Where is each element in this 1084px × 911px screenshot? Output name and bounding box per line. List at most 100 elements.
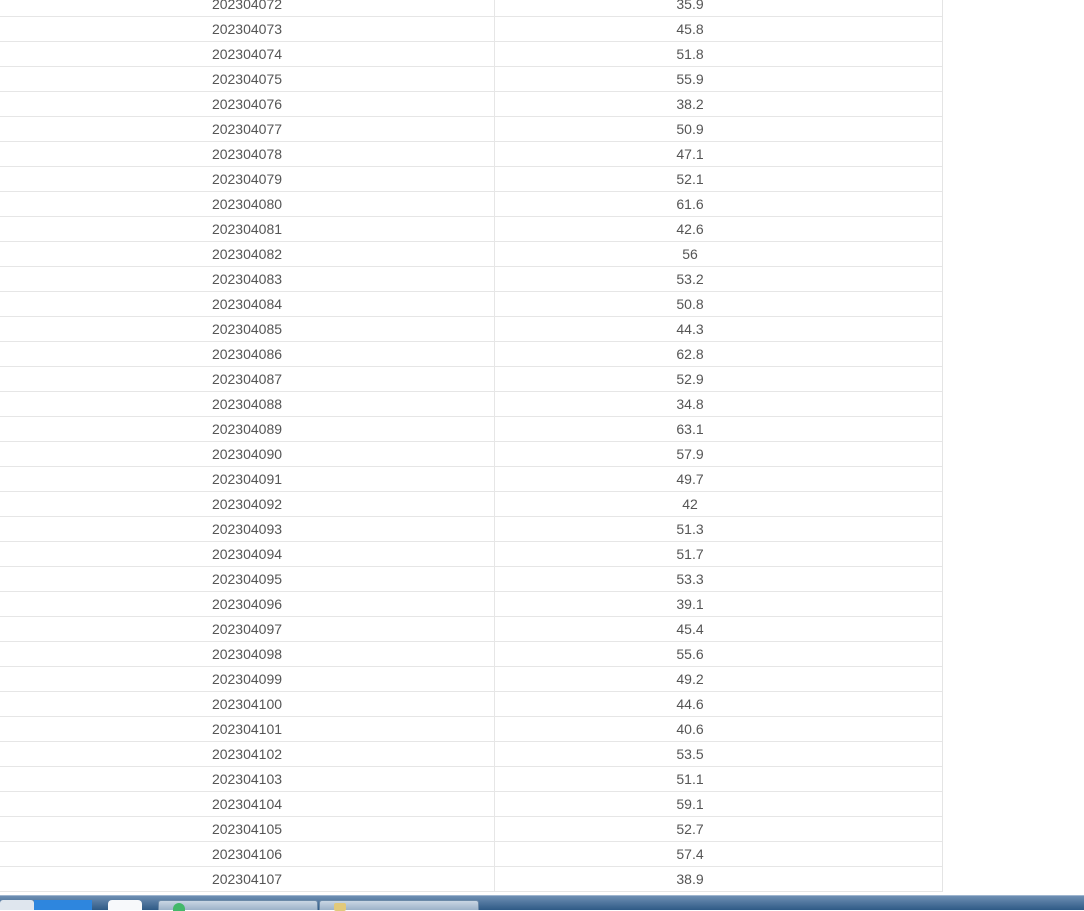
value-cell: 62.8: [676, 346, 704, 362]
id-cell: 202304073: [0, 17, 495, 41]
value-cell: 59.1: [676, 796, 704, 812]
value-cell: 57.9: [676, 446, 704, 462]
table-row: 202304083 53.2: [0, 267, 942, 292]
table-row: 202304077 50.9: [0, 117, 942, 142]
table-row: 202304097 45.4: [0, 617, 942, 642]
table-row: 202304102 53.5: [0, 742, 942, 767]
value-cell: 51.3: [676, 521, 704, 537]
id-cell: 202304085: [0, 317, 495, 341]
id-cell: 202304078: [0, 142, 495, 166]
table-row: 202304084 50.8: [0, 292, 942, 317]
id-cell: 202304104: [0, 792, 495, 816]
id-cell: 202304087: [0, 367, 495, 391]
table-row: 202304089 63.1: [0, 417, 942, 442]
value-cell: 49.2: [676, 671, 704, 687]
value-cell: 61.6: [676, 196, 704, 212]
id-cell: 202304093: [0, 517, 495, 541]
table-row: 202304074 51.8: [0, 42, 942, 67]
table-row: 202304093 51.3: [0, 517, 942, 542]
value-cell: 47.1: [676, 146, 704, 162]
id-cell: 202304084: [0, 292, 495, 316]
id-cell: 202304106: [0, 842, 495, 866]
id-cell: 202304095: [0, 567, 495, 591]
id-cell: 202304081: [0, 217, 495, 241]
id-cell: 202304091: [0, 467, 495, 491]
value-cell: 51.7: [676, 546, 704, 562]
value-cell: 55.6: [676, 646, 704, 662]
value-cell: 57.4: [676, 846, 704, 862]
id-cell: 202304092: [0, 492, 495, 516]
table-row: 202304099 49.2: [0, 667, 942, 692]
table-row: 202304088 34.8: [0, 392, 942, 417]
id-cell: 202304082: [0, 242, 495, 266]
value-cell: 44.6: [676, 696, 704, 712]
id-cell: 202304094: [0, 542, 495, 566]
table-row: 202304096 39.1: [0, 592, 942, 617]
value-cell: 40.6: [676, 721, 704, 737]
table-row: 202304107 38.9: [0, 867, 942, 892]
table-row: 202304094 51.7: [0, 542, 942, 567]
value-cell: 52.7: [676, 821, 704, 837]
value-cell: 39.1: [676, 596, 704, 612]
id-cell: 202304080: [0, 192, 495, 216]
table-row: 202304076 38.2: [0, 92, 942, 117]
table-row: 202304072 35.9: [0, 0, 942, 17]
value-cell: 53.3: [676, 571, 704, 587]
value-cell: 51.8: [676, 46, 704, 62]
table-row: 202304106 57.4: [0, 842, 942, 867]
value-cell: 53.2: [676, 271, 704, 287]
id-cell: 202304076: [0, 92, 495, 116]
value-cell: 49.7: [676, 471, 704, 487]
value-cell: 50.8: [676, 296, 704, 312]
id-cell: 202304096: [0, 592, 495, 616]
id-cell: 202304086: [0, 342, 495, 366]
id-cell: 202304083: [0, 267, 495, 291]
table-row: 202304082 56: [0, 242, 942, 267]
value-cell: 38.9: [676, 871, 704, 887]
value-cell: 63.1: [676, 421, 704, 437]
id-cell: 202304075: [0, 67, 495, 91]
id-cell: 202304105: [0, 817, 495, 841]
value-cell: 45.4: [676, 621, 704, 637]
value-cell: 52.1: [676, 171, 704, 187]
value-cell: 38.2: [676, 96, 704, 112]
table-row: 202304078 47.1: [0, 142, 942, 167]
id-cell: 202304077: [0, 117, 495, 141]
table-row: 202304104 59.1: [0, 792, 942, 817]
id-cell: 202304088: [0, 392, 495, 416]
browser-icon: [173, 903, 185, 911]
value-cell: 44.3: [676, 321, 704, 337]
browser-viewport: 202304072 35.9 202304073 45.8 202304074 51.8 2…: [0, 0, 1084, 895]
table-row: 202304090 57.9: [0, 442, 942, 467]
value-cell: 50.9: [676, 121, 704, 137]
table-row: 202304073 45.8: [0, 17, 942, 42]
value-cell: 52.9: [676, 371, 704, 387]
id-cell: 202304079: [0, 167, 495, 191]
value-cell: 42.6: [676, 221, 704, 237]
table-row: 202304101 40.6: [0, 717, 942, 742]
value-cell: 42: [682, 496, 698, 512]
table-row: 202304079 52.1: [0, 167, 942, 192]
id-cell: 202304090: [0, 442, 495, 466]
value-cell: 56: [682, 246, 698, 262]
table-row: 202304086 62.8: [0, 342, 942, 367]
id-cell: 202304107: [0, 867, 495, 891]
id-cell: 202304089: [0, 417, 495, 441]
id-cell: 202304099: [0, 667, 495, 691]
id-cell: 202304102: [0, 742, 495, 766]
table-row: 202304075 55.9: [0, 67, 942, 92]
value-cell: 45.8: [676, 21, 704, 37]
table-row: 202304103 51.1: [0, 767, 942, 792]
id-cell: 202304072: [0, 0, 495, 16]
table-row: 202304100 44.6: [0, 692, 942, 717]
table-row: 202304105 52.7: [0, 817, 942, 842]
table-row: 202304081 42.6: [0, 217, 942, 242]
value-cell: 51.1: [676, 771, 704, 787]
table-row: 202304098 55.6: [0, 642, 942, 667]
id-cell: 202304103: [0, 767, 495, 791]
table-row: 202304087 52.9: [0, 367, 942, 392]
table-row: 202304095 53.3: [0, 567, 942, 592]
value-cell: 35.9: [676, 0, 704, 12]
id-cell: 202304098: [0, 642, 495, 666]
folder-icon: [334, 903, 346, 911]
